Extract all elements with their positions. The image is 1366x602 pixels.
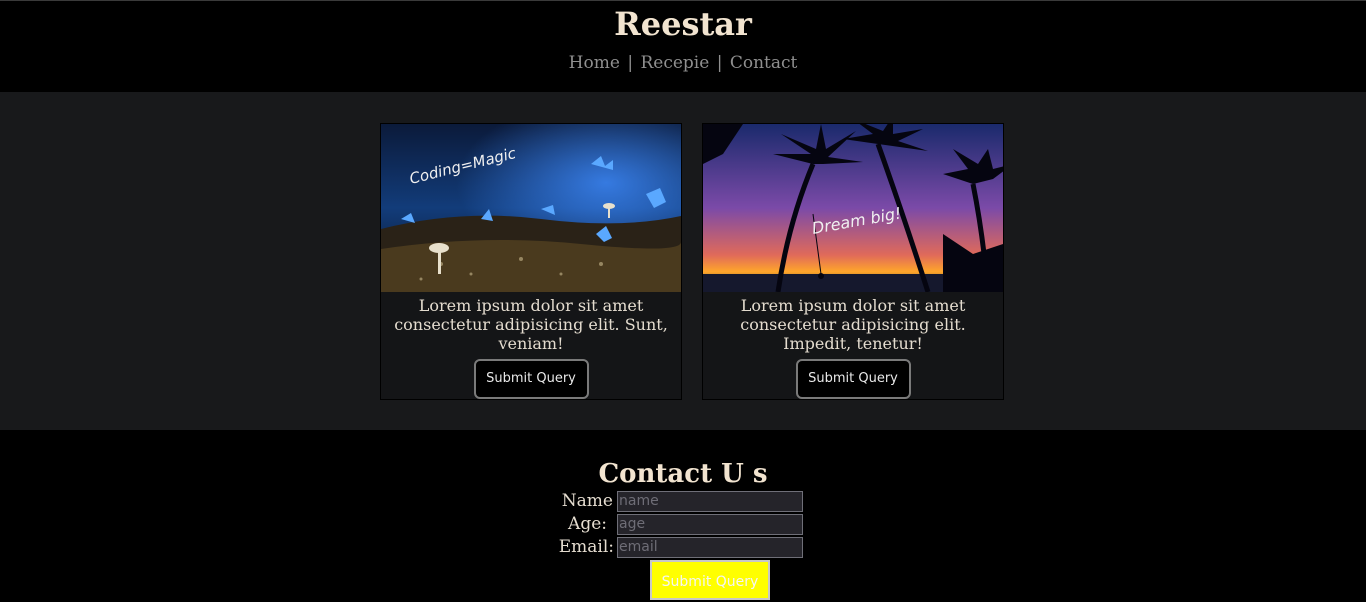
card-image-coding-magic: Coding=Magic — [381, 124, 681, 292]
recipe-card: Coding=Magic Lorem ipsum dolor sit amet … — [380, 123, 682, 400]
contact-title: Contact U s — [598, 459, 768, 489]
email-input[interactable]: email — [617, 537, 803, 558]
form-row-email: Email: email — [0, 536, 1366, 558]
nav-separator: | — [627, 53, 634, 73]
age-label: Age: — [568, 514, 607, 534]
card-description: Lorem ipsum dolor sit amet consectetur a… — [394, 296, 668, 353]
nav-contact-link[interactable]: Contact — [730, 53, 798, 73]
form-row-age: Age: age — [0, 513, 1366, 535]
nav-home-link[interactable]: Home — [569, 53, 620, 73]
recipe-card: Dream big! Lorem ipsum dolor sit amet co… — [702, 123, 1004, 400]
contact-submit-button[interactable]: Submit Query — [650, 560, 770, 600]
email-label: Email: — [558, 537, 614, 557]
name-input[interactable]: name — [617, 491, 803, 512]
name-label: Name — [561, 491, 613, 511]
site-header: Reestar Home | Recepie | Contact — [0, 1, 1366, 92]
nav-recepie-link[interactable]: Recepie — [640, 53, 709, 73]
card-submit-button[interactable]: Submit Query — [795, 359, 911, 399]
card-image-dream-big: Dream big! — [703, 124, 1003, 292]
site-title: Reestar — [614, 5, 752, 43]
card-description: Lorem ipsum dolor sit amet consectetur a… — [740, 296, 966, 353]
age-input[interactable]: age — [617, 514, 803, 535]
form-row-name: Name name — [0, 490, 1366, 512]
nav-separator: | — [716, 53, 723, 73]
main-nav: Home | Recepie | Contact — [0, 52, 1366, 74]
card-submit-button[interactable]: Submit Query — [473, 359, 589, 399]
recipe-cards-section: Coding=Magic Lorem ipsum dolor sit amet … — [0, 92, 1366, 430]
